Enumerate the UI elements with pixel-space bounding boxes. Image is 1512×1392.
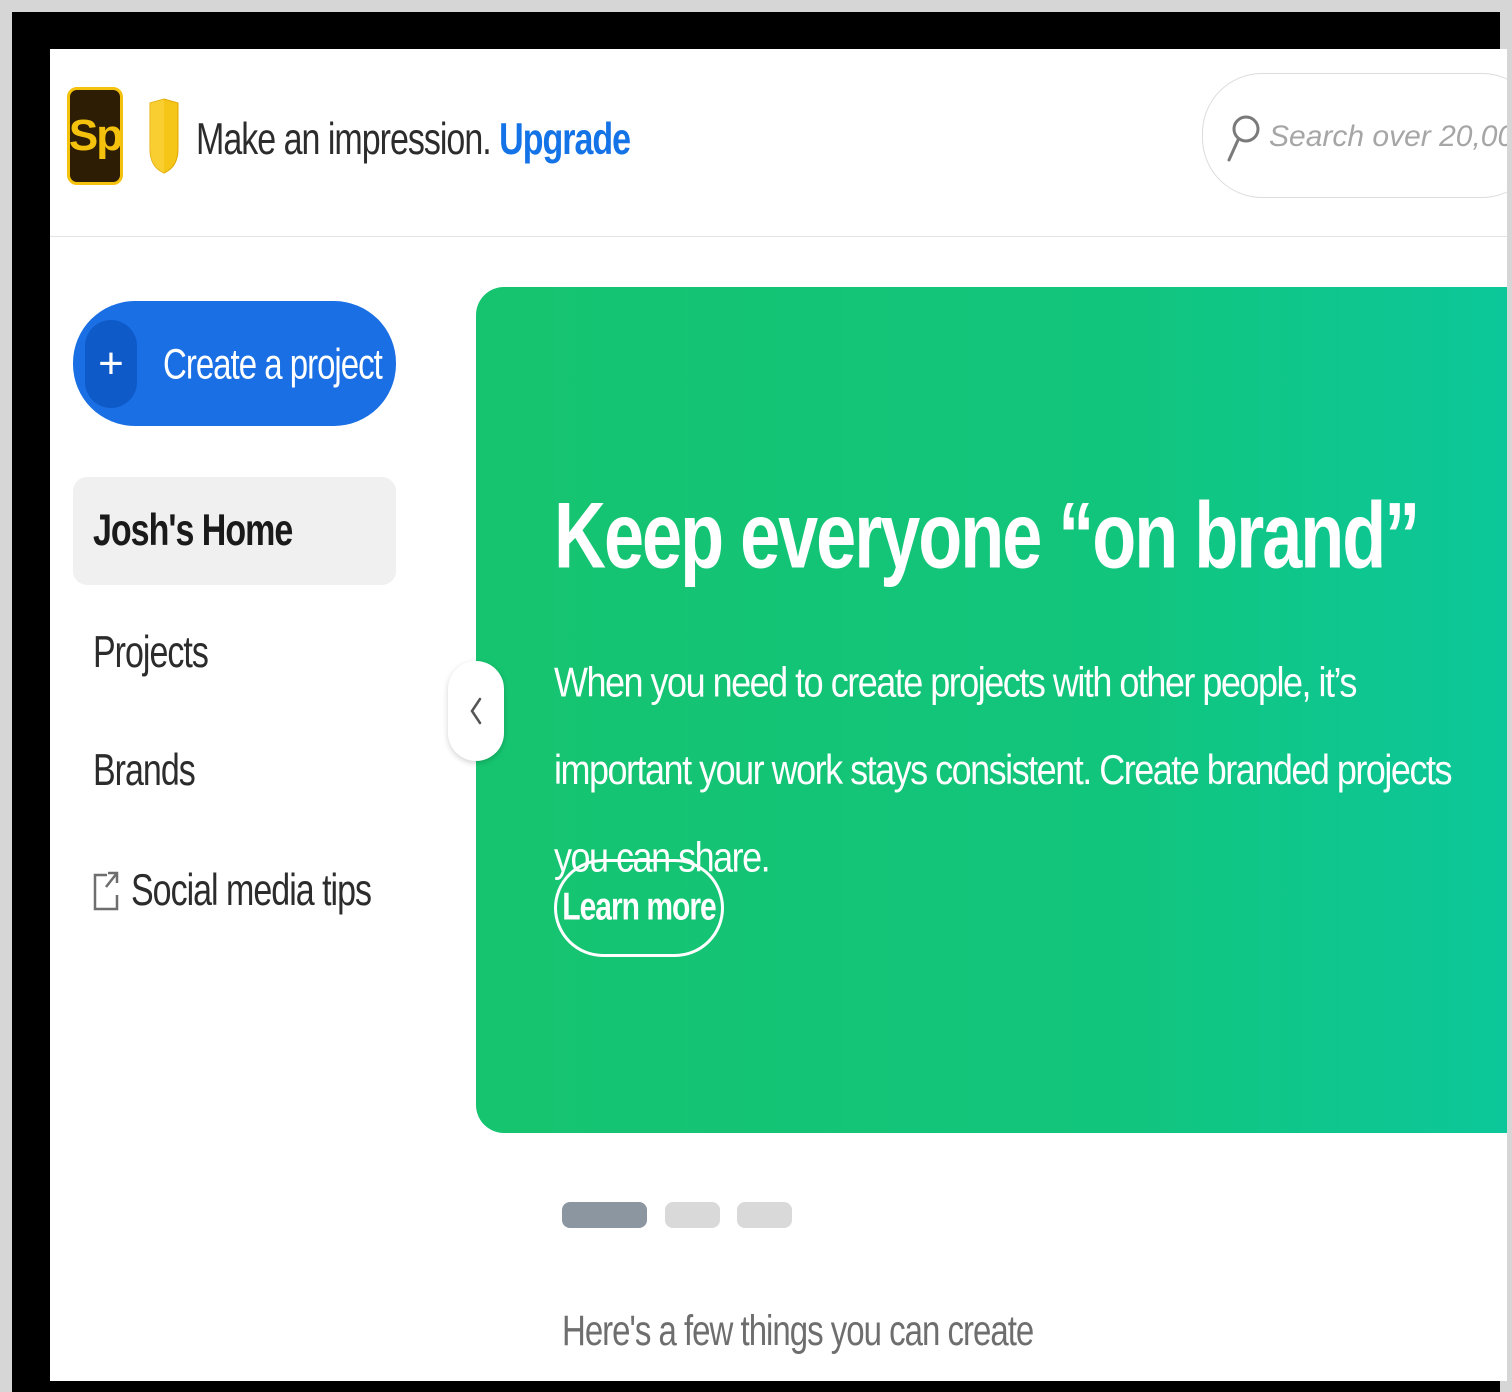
sidebar-item-projects[interactable]: Projects xyxy=(73,599,396,707)
sidebar-item-social-media-tips[interactable]: Social media tips xyxy=(73,837,396,945)
upgrade-link[interactable]: Upgrade xyxy=(499,115,631,164)
top-bar: Sp Make an impression. Upgrade xyxy=(50,49,1507,237)
shield-icon xyxy=(149,98,179,174)
search-icon xyxy=(1227,115,1260,162)
learn-more-label: Learn more xyxy=(562,885,716,929)
tagline-text: Make an impression. xyxy=(196,115,492,165)
carousel-dot-3[interactable] xyxy=(737,1202,792,1228)
sidebar-item-brands[interactable]: Brands xyxy=(73,717,396,825)
promo-banner: Keep everyone “on brand” When you need t… xyxy=(476,287,1507,1133)
section-heading: Here's a few things you can create xyxy=(562,1306,1034,1355)
search-input[interactable] xyxy=(1269,112,1507,162)
carousel-prev-button[interactable] xyxy=(448,661,504,761)
upgrade-prompt: Make an impression. Upgrade xyxy=(196,115,631,166)
create-project-label: Create a project xyxy=(163,338,383,387)
sidebar-item-label: Social media tips xyxy=(131,865,372,916)
sidebar-item-label: Brands xyxy=(93,745,196,796)
sidebar-item-label: Josh's Home xyxy=(93,505,293,556)
sidebar-item-label: Projects xyxy=(93,627,209,678)
carousel-dot-2[interactable] xyxy=(665,1202,720,1228)
carousel-dot-1[interactable] xyxy=(562,1202,647,1228)
spark-logo[interactable]: Sp xyxy=(67,87,123,185)
search-bar[interactable] xyxy=(1202,73,1507,198)
learn-more-button[interactable]: Learn more xyxy=(554,859,724,957)
sidebar-item-home[interactable]: Josh's Home xyxy=(73,477,396,585)
banner-title: Keep everyone “on brand” xyxy=(554,484,1420,589)
external-link-icon xyxy=(93,871,119,911)
create-project-button[interactable]: + Create a project xyxy=(73,301,396,426)
chevron-left-icon xyxy=(470,697,482,725)
app-window: Sp Make an impression. Upgrade + Create … xyxy=(50,49,1507,1381)
plus-icon: + xyxy=(85,319,137,408)
screenshot-frame: Sp Make an impression. Upgrade + Create … xyxy=(12,12,1507,1392)
